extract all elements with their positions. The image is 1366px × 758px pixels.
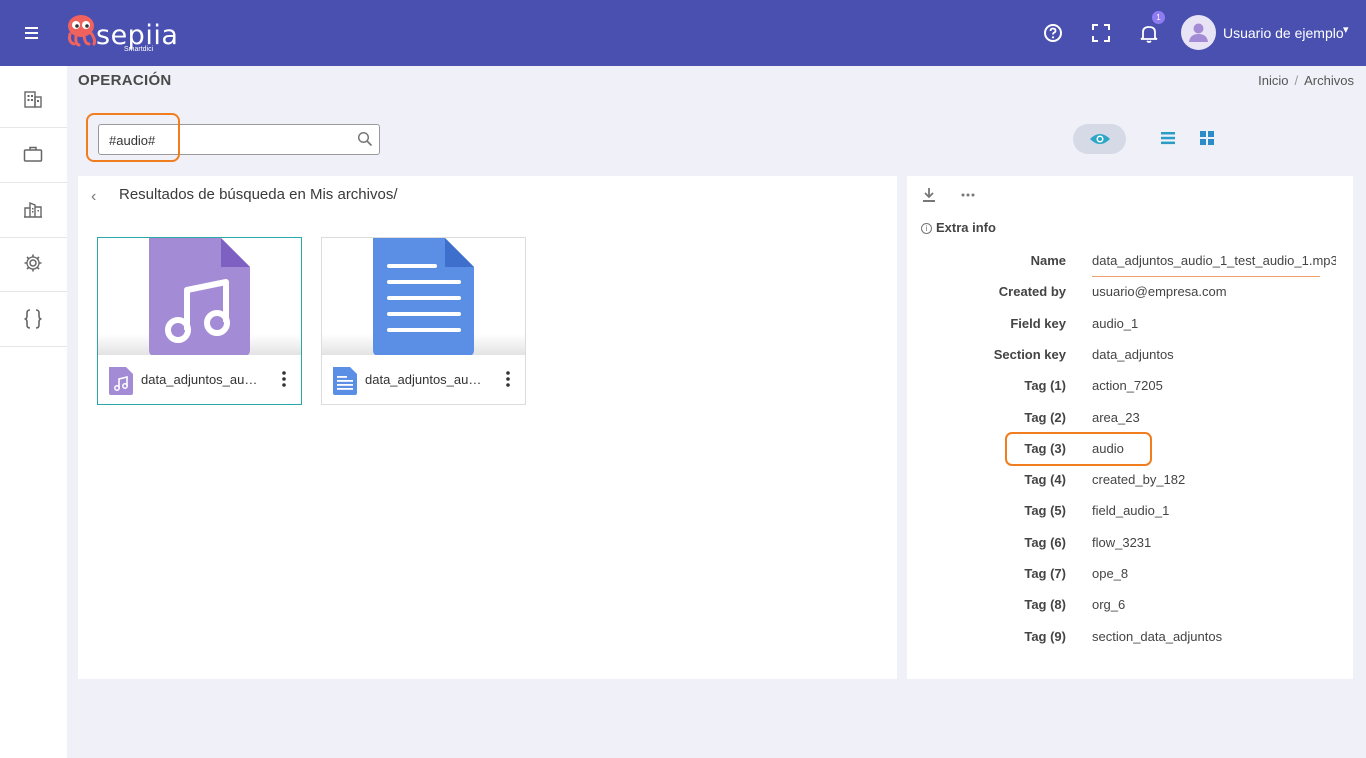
info-row: Created by usuario@empresa.com <box>907 282 1353 302</box>
breadcrumb-separator: / <box>1294 73 1299 88</box>
info-row-label: Tag (9) <box>1024 629 1066 644</box>
brand-subtitle: Smartdici <box>124 46 154 53</box>
sidebar-item-building[interactable] <box>0 74 67 128</box>
fullscreen-icon[interactable] <box>1089 21 1113 45</box>
more-options-icon[interactable] <box>279 369 289 389</box>
sidebar-item-city[interactable] <box>0 184 67 238</box>
info-icon: i <box>921 223 932 234</box>
file-thumbnail <box>322 238 525 355</box>
info-row: Tag (4) created_by_182 <box>907 470 1353 490</box>
info-row-label: Tag (6) <box>1024 535 1066 550</box>
info-row: Tag (9) section_data_adjuntos <box>907 627 1353 647</box>
info-row-value: field_audio_1 <box>1092 503 1170 518</box>
briefcase-icon <box>23 146 43 162</box>
breadcrumb: Inicio / Archivos <box>1258 73 1354 88</box>
info-row-value: audio_1 <box>1092 316 1139 331</box>
file-results-panel: ‹ Resultados de búsqueda en Mis archivos… <box>78 176 897 679</box>
notification-badge: 1 <box>1152 11 1165 24</box>
info-row-value: usuario@empresa.com <box>1092 284 1227 299</box>
info-row-label: Tag (1) <box>1024 378 1066 393</box>
document-file-icon <box>373 238 474 355</box>
breadcrumb-item-inicio[interactable]: Inicio <box>1258 73 1288 88</box>
info-row-label: Created by <box>998 284 1066 299</box>
info-row: Name data_adjuntos_audio_1_test_audio_1.m… <box>907 251 1353 271</box>
info-row-value: action_7205 <box>1092 378 1163 393</box>
preview-toggle[interactable] <box>1073 124 1126 154</box>
info-row-value: section_data_adjuntos <box>1092 629 1223 644</box>
file-thumbnail <box>98 238 301 355</box>
info-row: Tag (2) area_23 <box>907 408 1353 428</box>
info-row: Tag (5) field_audio_1 <box>907 501 1353 521</box>
info-row-label: Tag (7) <box>1024 566 1066 581</box>
info-row-value: flow_3231 <box>1092 535 1152 550</box>
info-row-label: Tag (3) <box>1024 441 1066 456</box>
info-row: Tag (1) action_7205 <box>907 376 1353 396</box>
file-card-audio[interactable]: data_adjuntos_audio_1_test_audio_1.mp3 <box>97 237 302 405</box>
info-row-label: Tag (2) <box>1024 410 1066 425</box>
info-row-label: Tag (4) <box>1024 472 1066 487</box>
breadcrumb-item-archivos: Archivos <box>1304 73 1354 88</box>
name-field-underline <box>1092 276 1320 277</box>
info-row-label: Tag (5) <box>1024 503 1066 518</box>
user-name[interactable]: Usuario de ejemplo <box>1223 25 1344 41</box>
sidebar <box>0 66 67 758</box>
info-row-value: data_adjuntos <box>1092 347 1174 362</box>
info-row-label: Name <box>1030 253 1066 268</box>
search-icon[interactable] <box>357 131 373 152</box>
sidebar-item-briefcase[interactable] <box>0 129 67 183</box>
back-chevron-icon[interactable]: ‹ <box>91 188 96 206</box>
file-name: data_adjuntos_audio_1_test_document.txt <box>365 372 487 387</box>
info-row-label: Tag (8) <box>1024 597 1066 612</box>
info-row: Tag (3) audio <box>907 439 1353 459</box>
more-options-icon[interactable] <box>503 369 513 389</box>
audio-file-small-icon <box>109 367 133 395</box>
info-row-label: Section key <box>993 347 1066 362</box>
results-title: Resultados de búsqueda en Mis archivos/ <box>119 186 398 203</box>
braces-icon <box>24 309 42 329</box>
octopus-logo-icon <box>68 15 97 47</box>
sidebar-item-code[interactable] <box>0 293 67 347</box>
help-circle-icon[interactable] <box>1041 21 1065 45</box>
gear-icon <box>24 254 42 272</box>
file-card-document[interactable]: data_adjuntos_audio_1_test_document.txt <box>321 237 526 405</box>
info-row: Field key audio_1 <box>907 314 1353 334</box>
eye-icon <box>1090 134 1110 144</box>
user-avatar-icon[interactable] <box>1181 15 1216 50</box>
page-title: OPERACIÓN <box>78 72 172 89</box>
download-icon[interactable] <box>920 186 938 204</box>
building-icon <box>24 91 42 108</box>
file-info-panel: i Extra info Name data_adjuntos_audio_1_te… <box>907 176 1353 679</box>
chevron-down-icon[interactable]: ▾ <box>1343 23 1349 36</box>
info-row-value: org_6 <box>1092 597 1126 612</box>
city-icon <box>24 201 42 218</box>
info-row: Tag (8) org_6 <box>907 595 1353 615</box>
grid-view-icon[interactable] <box>1198 129 1216 147</box>
info-row-value: ope_8 <box>1092 566 1129 581</box>
search-box[interactable] <box>98 124 380 155</box>
extra-info-header: i Extra info <box>921 220 996 235</box>
info-row-value: created_by_182 <box>1092 472 1186 487</box>
hamburger-menu-icon[interactable] <box>20 21 44 45</box>
app-logo[interactable]: sepiia Smartdici <box>66 12 178 56</box>
info-row: Tag (7) ope_8 <box>907 564 1353 584</box>
info-row-value[interactable]: data_adjuntos_audio_1_test_audio_1.mp3 <box>1092 253 1336 268</box>
list-view-icon[interactable] <box>1159 129 1177 147</box>
info-row-value: area_23 <box>1092 410 1140 425</box>
info-row-value: audio <box>1092 441 1124 456</box>
top-bar: sepiia Smartdici 1 Usuario de ejemplo ▾ <box>0 0 1366 66</box>
sidebar-item-settings[interactable] <box>0 238 67 292</box>
info-row: Section key data_adjuntos <box>907 345 1353 365</box>
extra-info-title: Extra info <box>936 220 996 235</box>
info-row-label: Field key <box>1010 316 1066 331</box>
document-file-small-icon <box>333 367 357 395</box>
search-input[interactable] <box>109 131 349 149</box>
file-name: data_adjuntos_audio_1_test_audio_1.mp3 <box>141 372 263 387</box>
bell-icon[interactable] <box>1137 21 1161 45</box>
info-row: Tag (6) flow_3231 <box>907 533 1353 553</box>
more-horizontal-icon[interactable] <box>959 186 977 204</box>
audio-file-icon <box>149 238 250 355</box>
